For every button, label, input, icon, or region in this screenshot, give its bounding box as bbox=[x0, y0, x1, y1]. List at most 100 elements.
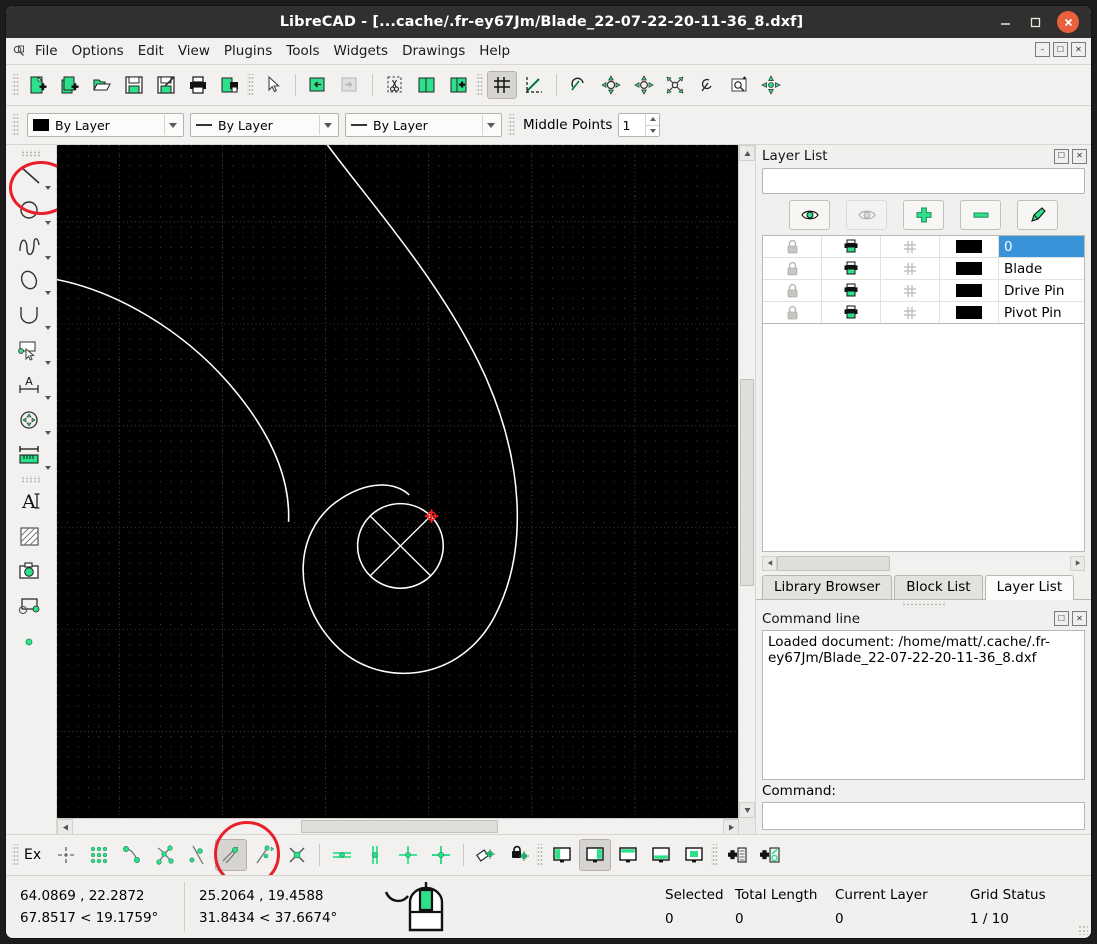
layer-name-cell[interactable]: Blade bbox=[999, 258, 1084, 279]
middle-points-input[interactable] bbox=[619, 114, 646, 136]
layer-lock-toggle[interactable] bbox=[763, 258, 822, 279]
scroll-up-button[interactable] bbox=[739, 145, 755, 161]
middle-points-stepper[interactable] bbox=[618, 113, 661, 137]
layer-construction-toggle[interactable] bbox=[881, 236, 940, 257]
layer-print-toggle[interactable] bbox=[822, 280, 881, 301]
sidebar-grip-2[interactable] bbox=[20, 476, 42, 483]
chevron-down-icon-2[interactable] bbox=[319, 115, 336, 135]
layer-lock-toggle[interactable] bbox=[763, 236, 822, 257]
layer-construction-toggle[interactable] bbox=[881, 258, 940, 279]
chevron-down-icon[interactable] bbox=[164, 115, 181, 135]
draw-order-button[interactable] bbox=[519, 71, 549, 99]
save-file-button[interactable] bbox=[119, 71, 149, 99]
menu-drawings[interactable]: Drawings bbox=[395, 40, 472, 62]
image-tool-button[interactable] bbox=[9, 555, 53, 589]
paste-button[interactable] bbox=[444, 71, 474, 99]
zoom-pan-button[interactable] bbox=[756, 71, 786, 99]
snap-free-button[interactable] bbox=[50, 839, 82, 871]
menu-edit[interactable]: Edit bbox=[131, 40, 171, 62]
canvas-vertical-scrollbar[interactable] bbox=[738, 145, 755, 818]
table-row[interactable]: Blade bbox=[763, 258, 1084, 280]
ellipse-tool-button[interactable] bbox=[9, 264, 53, 298]
layer-print-toggle[interactable] bbox=[822, 236, 881, 257]
layer-print-toggle[interactable] bbox=[822, 258, 881, 279]
line-type-combo[interactable]: By Layer bbox=[345, 113, 502, 137]
table-row[interactable]: Pivot Pin bbox=[763, 302, 1084, 323]
table-row[interactable]: Drive Pin bbox=[763, 280, 1084, 302]
zoom-out-button[interactable] bbox=[628, 71, 658, 99]
resize-grip[interactable] bbox=[1078, 925, 1088, 935]
layer-scroll-track[interactable] bbox=[777, 555, 1070, 571]
chevron-down-icon[interactable] bbox=[45, 361, 51, 365]
layer-filter-input[interactable] bbox=[762, 168, 1085, 194]
doc-close-icon[interactable]: ✕ bbox=[1071, 42, 1086, 57]
command-close-icon[interactable]: ✕ bbox=[1072, 611, 1087, 626]
scroll-right-button[interactable] bbox=[723, 819, 739, 835]
circle-tool-button[interactable] bbox=[9, 194, 53, 228]
snap-toolbar-grip-3[interactable] bbox=[711, 844, 719, 866]
zoom-auto-button[interactable] bbox=[660, 71, 690, 99]
layer-color-cell[interactable] bbox=[940, 236, 999, 257]
table-row[interactable]: 0 bbox=[763, 236, 1084, 258]
point-tool-button[interactable] bbox=[9, 625, 53, 659]
select-pointer-button[interactable] bbox=[258, 71, 288, 99]
arc-tool-button[interactable] bbox=[9, 299, 53, 333]
middle-points-grip[interactable] bbox=[508, 114, 515, 136]
chevron-down-icon-3[interactable] bbox=[482, 115, 499, 135]
cut-button[interactable] bbox=[380, 71, 410, 99]
add-list-button[interactable] bbox=[721, 839, 753, 871]
layer-color-combo[interactable]: By Layer bbox=[27, 113, 184, 137]
scroll-left-button[interactable] bbox=[57, 819, 73, 835]
snap-toolbar-grip[interactable] bbox=[12, 844, 19, 866]
chevron-down-icon[interactable] bbox=[45, 326, 51, 330]
line-tool-button[interactable] bbox=[9, 159, 53, 193]
stepper-down-icon[interactable] bbox=[646, 126, 659, 137]
screen-fill-button[interactable] bbox=[678, 839, 710, 871]
new-file-button[interactable] bbox=[23, 71, 53, 99]
menu-widgets[interactable]: Widgets bbox=[327, 40, 396, 62]
remove-layer-button[interactable] bbox=[960, 200, 1001, 230]
measure-tool-button[interactable] bbox=[9, 439, 53, 473]
restrict-horizontal-button[interactable] bbox=[326, 839, 358, 871]
edit-layer-button[interactable] bbox=[1017, 200, 1058, 230]
layer-construction-toggle[interactable] bbox=[881, 302, 940, 323]
layer-lock-toggle[interactable] bbox=[763, 280, 822, 301]
open-file-button[interactable] bbox=[87, 71, 117, 99]
snap-distance-button[interactable] bbox=[248, 839, 280, 871]
snap-middle-button[interactable] bbox=[182, 839, 214, 871]
tab-library-browser[interactable]: Library Browser bbox=[762, 574, 893, 599]
show-all-layers-button[interactable] bbox=[789, 200, 830, 230]
lock-relative-zero-button[interactable] bbox=[503, 839, 535, 871]
copy-button[interactable] bbox=[412, 71, 442, 99]
command-input[interactable] bbox=[762, 802, 1085, 830]
menu-view[interactable]: View bbox=[171, 40, 217, 62]
menu-file[interactable]: File bbox=[28, 40, 65, 62]
scroll-down-button[interactable] bbox=[739, 802, 755, 818]
hatch-tool-button[interactable] bbox=[9, 520, 53, 554]
chevron-down-icon[interactable] bbox=[45, 396, 51, 400]
vertical-scroll-track[interactable] bbox=[739, 161, 755, 802]
chevron-down-icon[interactable] bbox=[45, 291, 51, 295]
horizontal-scroll-thumb[interactable] bbox=[300, 820, 498, 833]
add-entity-button[interactable] bbox=[754, 839, 786, 871]
chevron-down-icon[interactable] bbox=[45, 221, 51, 225]
doc-restore-icon[interactable]: ☐ bbox=[1053, 42, 1068, 57]
layer-lock-toggle[interactable] bbox=[763, 302, 822, 323]
tab-layer-list[interactable]: Layer List bbox=[984, 574, 1075, 600]
layer-name-cell[interactable]: Pivot Pin bbox=[999, 302, 1084, 323]
print-button[interactable] bbox=[183, 71, 213, 99]
screen-bottom-button[interactable] bbox=[645, 839, 677, 871]
zoom-in-button[interactable] bbox=[596, 71, 626, 99]
toolbar-grip-3[interactable] bbox=[476, 74, 483, 96]
chevron-down-icon[interactable] bbox=[45, 186, 51, 190]
save-as-button[interactable] bbox=[151, 71, 181, 99]
attributes-toolbar-grip[interactable] bbox=[12, 114, 19, 136]
snap-toolbar-grip-2[interactable] bbox=[536, 844, 544, 866]
restrict-vertical-button[interactable] bbox=[359, 839, 391, 871]
zoom-window-button[interactable] bbox=[724, 71, 754, 99]
layer-horizontal-scrollbar[interactable] bbox=[762, 555, 1085, 571]
menu-help[interactable]: Help bbox=[472, 40, 517, 62]
command-float-icon[interactable]: ☐ bbox=[1054, 611, 1069, 626]
text-tool-button[interactable]: A bbox=[9, 485, 53, 519]
cad-canvas[interactable] bbox=[57, 145, 738, 818]
